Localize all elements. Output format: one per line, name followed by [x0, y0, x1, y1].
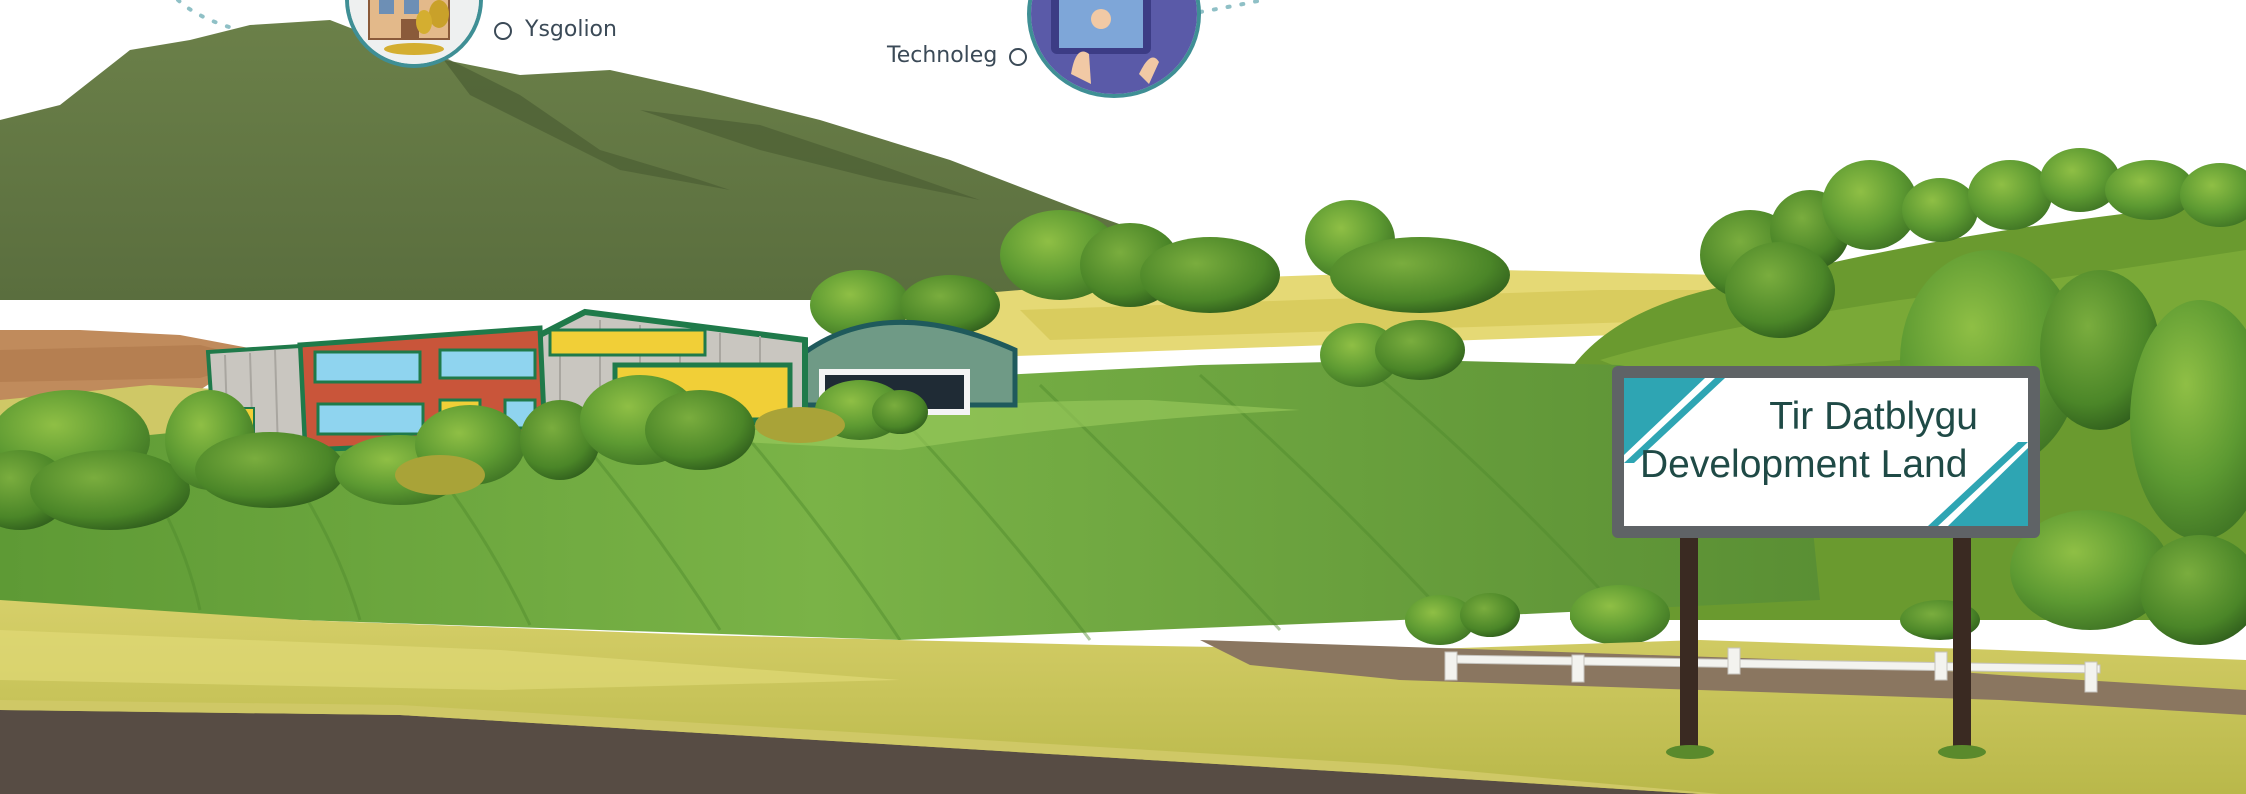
- nav-schools-dot[interactable]: [494, 22, 512, 40]
- nav-technology-label[interactable]: Technoleg: [887, 43, 997, 68]
- nav-technology-dot[interactable]: [1009, 48, 1027, 66]
- nav-schools-label[interactable]: Ysgolion: [525, 17, 617, 42]
- sign-title-welsh: Tir Datblygu: [1769, 395, 1978, 438]
- sign-title-english: Development Land: [1640, 443, 1968, 486]
- nav-orbit-right: [1198, 0, 1264, 14]
